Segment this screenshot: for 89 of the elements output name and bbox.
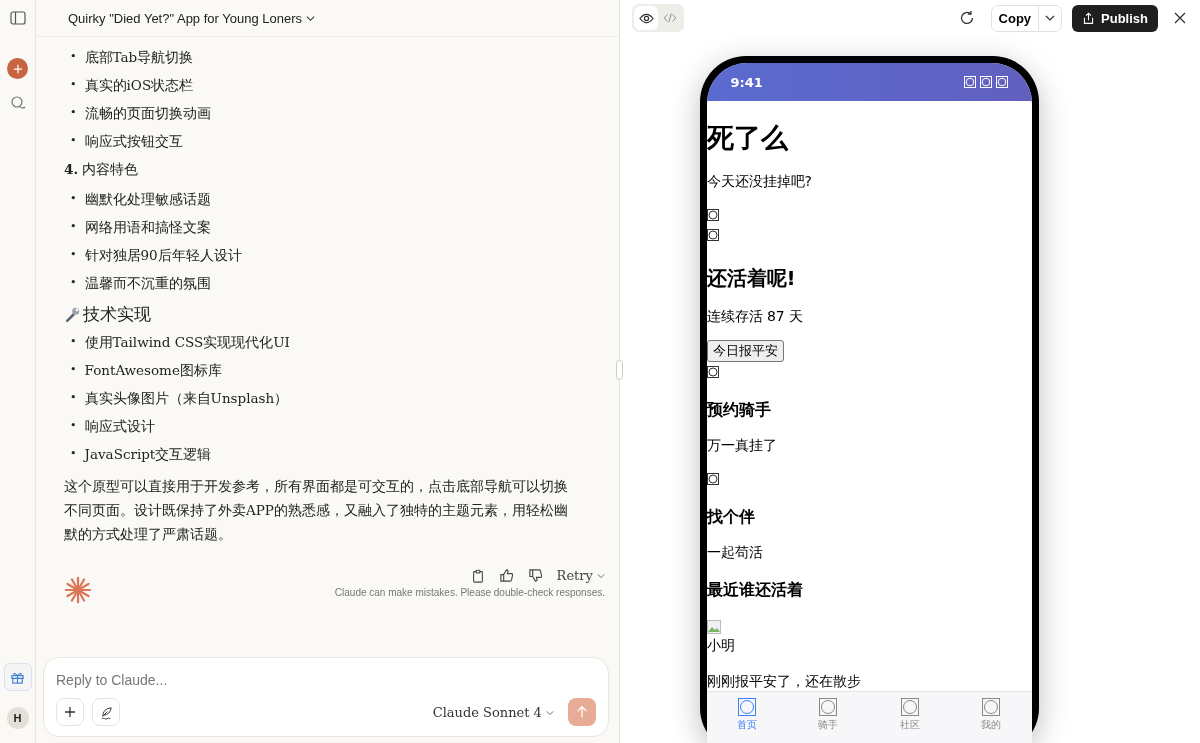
chevron-down-icon — [305, 13, 315, 23]
sidebar-toggle-icon[interactable] — [9, 10, 26, 26]
new-chat-button[interactable] — [7, 58, 28, 79]
section-heading: 4. 内容特色 — [64, 160, 140, 179]
chevron-down-icon — [1045, 13, 1056, 23]
plus-icon — [12, 63, 23, 74]
bullet-item: 针对独居90后年轻人设计 — [84, 246, 242, 265]
card-heading: 预约骑手 — [706, 400, 772, 421]
bullet-marker: • — [70, 105, 77, 121]
missing-glyph-icon — [900, 698, 919, 716]
bullet-item: 响应式设计 — [84, 417, 155, 436]
refresh-icon[interactable] — [958, 10, 975, 26]
bullet-item: 流畅的页面切换动画 — [84, 104, 211, 123]
tab-item[interactable]: 我的 — [950, 692, 1032, 743]
gift-button[interactable] — [3, 663, 32, 691]
thumbs-down-icon[interactable] — [527, 568, 543, 583]
bullet-item: 响应式按钮交互 — [84, 132, 183, 151]
copy-button[interactable]: Copy — [991, 5, 1040, 31]
bullet-marker: • — [70, 77, 77, 93]
bullet-item: 底部Tab导航切换 — [84, 48, 194, 67]
bullet-item: 温馨而不沉重的氛围 — [84, 274, 211, 293]
publish-button[interactable]: Publish — [1072, 4, 1158, 32]
add-button[interactable] — [56, 698, 84, 726]
wrench-icon — [64, 306, 81, 323]
chat-title-menu[interactable]: Quirky "Died Yet?" App for Young Loners — [66, 8, 317, 28]
card-heading: 最近谁还活着 — [706, 580, 804, 601]
close-icon[interactable] — [1174, 12, 1186, 24]
copy-icon[interactable] — [470, 568, 485, 583]
tab-item[interactable]: 社区 — [869, 692, 951, 743]
bullet-marker: • — [70, 49, 77, 65]
reply-input[interactable]: Reply to Claude... — [56, 670, 596, 690]
claude-logo-icon — [64, 576, 92, 604]
missing-glyph-icon — [979, 76, 992, 88]
bullet-item: 网络用语和搞怪文案 — [84, 218, 211, 237]
bullet-marker: • — [70, 418, 77, 434]
tab-item[interactable]: 骑手 — [787, 692, 869, 743]
check-in-button[interactable]: 今日报平安 — [706, 340, 784, 362]
retry-button[interactable]: Retry — [556, 568, 605, 583]
missing-glyph-icon — [706, 473, 719, 485]
missing-glyph-icon — [963, 76, 976, 88]
bullet-marker: • — [70, 191, 77, 207]
app-title: 死了么 — [706, 121, 790, 155]
body-text: 刚刚报平安了，还在散步 — [706, 673, 862, 691]
missing-glyph-icon — [706, 229, 719, 241]
bullet-item: FontAwesome图标库 — [84, 361, 222, 380]
status-time: 9:41 — [730, 74, 763, 90]
bullet-marker: • — [70, 362, 77, 378]
bullet-marker: • — [70, 133, 77, 149]
style-button[interactable] — [92, 698, 120, 726]
message-paragraph: 这个原型可以直接用于开发参考，所有界面都是可交互的，点击底部导航可以切换不同页面。设计既保持了外卖APP的熟悉感，又融入了独特的主题元素，用轻松幽默的方式处理了严肃话题。 — [64, 477, 569, 544]
body-text: 连续存活 87 天 — [706, 308, 805, 326]
bullet-item: 真实头像图片（来自Unsplash） — [84, 389, 289, 408]
disclaimer-text: Claude can make mistakes. Please double-check responses. — [334, 587, 605, 598]
bullet-marker: • — [70, 275, 77, 291]
user-name: 小明 — [706, 637, 735, 653]
user-avatar[interactable]: H — [6, 707, 29, 729]
bullet-item: 使用Tailwind CSS实现现代化UI — [84, 333, 290, 352]
missing-glyph-icon — [706, 209, 719, 221]
tab-item[interactable]: 首页 — [706, 692, 788, 743]
bullet-item: 幽默化处理敏感话题 — [84, 190, 211, 209]
broken-image-icon — [706, 620, 721, 634]
missing-glyph-icon — [706, 366, 719, 378]
arrow-up-icon — [575, 705, 589, 719]
code-icon — [663, 11, 677, 25]
body-text: 万一真挂了 — [706, 437, 778, 455]
missing-glyph-icon — [981, 698, 1000, 716]
section-heading: 技术实现 — [83, 303, 151, 326]
status-heading: 还活着呢! — [706, 265, 797, 292]
model-selector[interactable]: Claude Sonnet 4 — [426, 703, 560, 721]
upload-icon — [1082, 11, 1096, 25]
missing-glyph-icon — [738, 698, 757, 716]
bullet-item: 真实的iOS状态栏 — [84, 76, 194, 95]
bullet-marker: • — [70, 446, 77, 462]
bullet-item: JavaScript交互逻辑 — [84, 445, 212, 464]
bullet-marker: • — [70, 219, 77, 235]
missing-glyph-icon — [819, 698, 838, 716]
bullet-marker: • — [70, 390, 77, 406]
bullet-marker: • — [70, 334, 77, 350]
chevron-down-icon — [597, 572, 605, 580]
chevron-down-icon — [546, 708, 554, 717]
chats-icon[interactable] — [9, 95, 26, 111]
thumbs-up-icon[interactable] — [498, 568, 514, 583]
body-text: 今天还没挂掉吧? — [706, 173, 813, 191]
bullet-marker: • — [70, 247, 77, 263]
plus-icon — [64, 706, 76, 718]
card-heading: 找个伴 — [706, 507, 756, 528]
preview-button[interactable] — [634, 6, 658, 30]
missing-glyph-icon — [995, 76, 1008, 88]
body-text: 一起苟活 — [706, 544, 764, 562]
